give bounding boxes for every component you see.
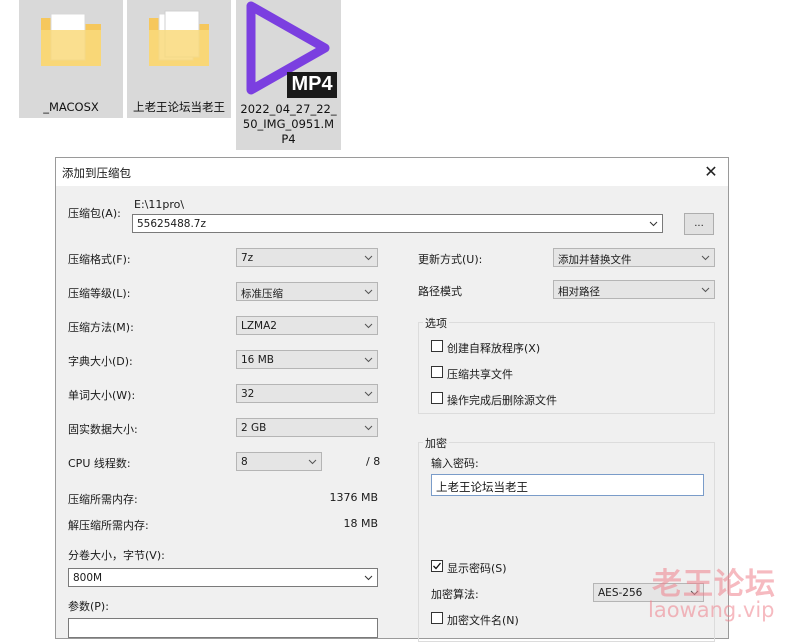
cpu-select[interactable]: 8: [236, 452, 322, 471]
format-value: 7z: [241, 252, 254, 264]
archive-name-value: 55625488.7z: [137, 218, 206, 230]
mem-decompress-value: 18 MB: [343, 517, 378, 530]
delete-source-label: 操作完成后删除源文件: [447, 394, 557, 407]
cpu-value: 8: [241, 456, 248, 468]
format-select[interactable]: 7z: [236, 248, 378, 267]
chevron-down-icon: [701, 287, 710, 293]
chevron-down-icon: [649, 221, 658, 227]
dict-value: 16 MB: [241, 354, 274, 366]
solid-label: 固实数据大小:: [68, 423, 138, 436]
chevron-down-icon: [364, 289, 373, 295]
path-mode-value: 相对路径: [558, 286, 600, 298]
watermark-url: laowang.vip: [648, 598, 775, 622]
password-input[interactable]: 上老王论坛当老王: [431, 474, 704, 496]
chevron-down-icon: [364, 323, 373, 329]
solid-value: 2 GB: [241, 422, 267, 434]
params-label: 参数(P):: [68, 600, 109, 613]
file-item-folder[interactable]: 上老王论坛当老王: [127, 0, 231, 118]
split-value: 800M: [73, 572, 103, 584]
file-item-macosx[interactable]: _MACOSX: [19, 0, 123, 118]
update-label: 更新方式(U):: [418, 253, 483, 266]
checkbox-box: [431, 560, 443, 572]
archive-path: E:\11pro\: [134, 198, 185, 211]
encrypt-method-label: 加密算法:: [431, 588, 479, 601]
chevron-down-icon: [364, 425, 373, 431]
chevron-down-icon: [364, 391, 373, 397]
split-combo[interactable]: 800M: [68, 568, 378, 587]
update-select[interactable]: 添加并替换文件: [553, 248, 715, 267]
dict-select[interactable]: 16 MB: [236, 350, 378, 369]
watermark-logo-text: 老王论坛: [652, 567, 776, 602]
chevron-down-icon: [701, 255, 710, 261]
word-select[interactable]: 32: [236, 384, 378, 403]
file-name: _MACOSX: [43, 100, 99, 114]
close-icon[interactable]: ✕: [694, 158, 728, 186]
update-value: 添加并替换文件: [558, 254, 632, 266]
file-name: 上老王论坛当老王: [133, 100, 225, 114]
dict-label: 字典大小(D):: [68, 355, 133, 368]
chevron-down-icon: [364, 575, 373, 581]
solid-select[interactable]: 2 GB: [236, 418, 378, 437]
mem-decompress-label: 解压缩所需内存:: [68, 519, 149, 532]
chevron-down-icon: [364, 255, 373, 261]
method-select[interactable]: LZMA2: [236, 316, 378, 335]
options-group: 选项 创建自释放程序(X) 压缩共享文件 操作完成后删除源文件: [418, 315, 715, 414]
encrypt-names-label: 加密文件名(N): [447, 614, 519, 627]
encryption-title: 加密: [423, 435, 449, 451]
checkbox-box: [431, 340, 443, 352]
browse-button[interactable]: ...: [684, 213, 714, 235]
password-label: 输入密码:: [431, 457, 479, 470]
chevron-down-icon: [364, 357, 373, 363]
method-value: LZMA2: [241, 320, 277, 332]
mem-compress-label: 压缩所需内存:: [68, 493, 138, 506]
level-select[interactable]: 标准压缩: [236, 282, 378, 301]
folder-icon: [149, 10, 209, 66]
path-mode-select[interactable]: 相对路径: [553, 280, 715, 299]
level-value: 标准压缩: [241, 288, 283, 300]
options-title: 选项: [423, 315, 449, 331]
word-value: 32: [241, 388, 255, 400]
show-password-label: 显示密码(S): [447, 562, 507, 575]
level-label: 压缩等级(L):: [68, 287, 131, 300]
cpu-label: CPU 线程数:: [68, 457, 131, 470]
mem-compress-value: 1376 MB: [329, 491, 378, 504]
split-label: 分卷大小，字节(V):: [68, 549, 165, 562]
folder-icon: [41, 13, 101, 66]
checkbox-box: [431, 392, 443, 404]
archive-label: 压缩包(A):: [68, 207, 121, 220]
mp4-badge: MP4: [291, 73, 333, 95]
dialog-title: 添加到压缩包: [62, 166, 131, 180]
method-label: 压缩方法(M):: [68, 321, 134, 334]
word-label: 单词大小(W):: [68, 389, 136, 402]
file-item-mp4[interactable]: MP4 2022_04_27_22_50_IMG_0951.MP4: [236, 0, 341, 150]
add-to-archive-dialog: 添加到压缩包 ✕ 压缩包(A): E:\11pro\ 55625488.7z .…: [55, 157, 729, 642]
encrypt-method-value: AES-256: [598, 587, 643, 599]
checkmark-icon: [433, 562, 442, 570]
file-name: 2022_04_27_22_50_IMG_0951.MP4: [240, 102, 337, 146]
archive-name-combo[interactable]: 55625488.7z: [132, 214, 663, 233]
chevron-down-icon: [308, 459, 317, 465]
params-input[interactable]: [68, 618, 378, 638]
path-mode-label: 路径模式: [418, 285, 462, 298]
checkbox-box: [431, 366, 443, 378]
title-bar: 添加到压缩包 ✕: [56, 158, 728, 186]
cpu-max: / 8: [366, 455, 381, 468]
checkbox-box: [431, 612, 443, 624]
format-label: 压缩格式(F):: [68, 253, 131, 266]
password-value: 上老王论坛当老王: [436, 480, 528, 494]
shared-label: 压缩共享文件: [447, 368, 513, 381]
sfx-label: 创建自释放程序(X): [447, 342, 541, 355]
